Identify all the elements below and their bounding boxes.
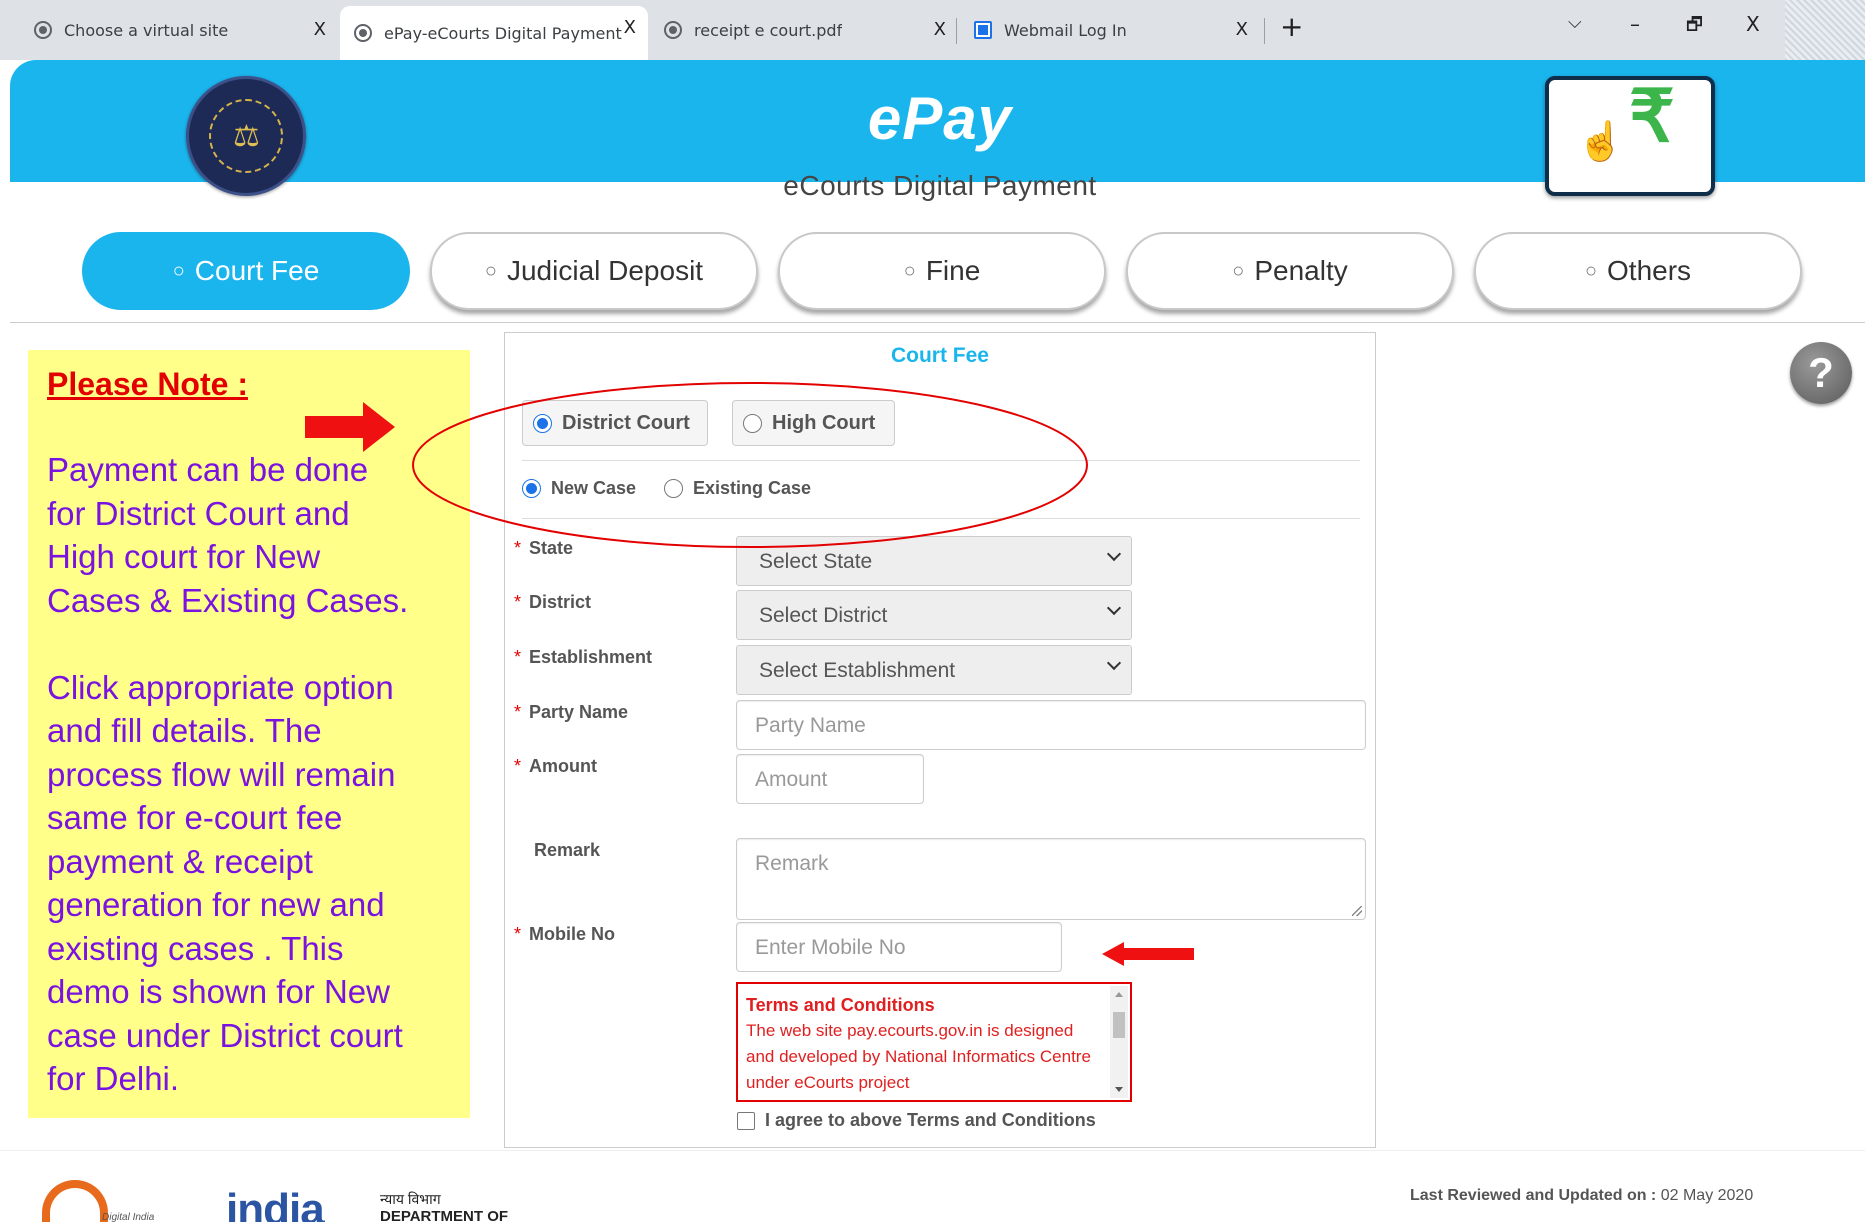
help-icon[interactable]: ?: [1790, 342, 1852, 404]
india-gov-logo: india: [226, 1185, 325, 1222]
close-icon[interactable]: X: [1236, 19, 1248, 40]
terms-box[interactable]: Terms and Conditions The web site pay.ec…: [736, 982, 1132, 1102]
party-name-input[interactable]: Party Name: [736, 700, 1366, 750]
department-hindi: न्याय विभाग: [380, 1191, 441, 1207]
globe-icon: [34, 21, 52, 39]
form-title: Court Fee: [890, 344, 989, 367]
amount-input[interactable]: Amount: [736, 754, 924, 804]
tab-title: Webmail Log In: [1004, 20, 1127, 40]
browser-tab-strip: Choose a virtual site X ePay-eCourts Dig…: [0, 0, 1865, 60]
digital-india-text: Digital India: [102, 1212, 155, 1222]
close-icon[interactable]: X: [314, 19, 326, 40]
radio-dot-icon: ○: [1584, 259, 1598, 282]
scroll-down-icon[interactable]: [1115, 1087, 1123, 1092]
terms-title: Terms and Conditions: [746, 995, 935, 1015]
remark-textarea[interactable]: Remark: [736, 838, 1366, 920]
browser-tab-choose-virtual-site[interactable]: Choose a virtual site X: [20, 8, 338, 52]
nav-divider: [10, 322, 1865, 323]
left-arrow-icon: [1102, 942, 1194, 966]
tab-court-fee[interactable]: ○ Court Fee: [82, 232, 410, 310]
footer-divider: [0, 1150, 1865, 1151]
tab-penalty[interactable]: ○ Penalty: [1126, 232, 1454, 310]
restore-button[interactable]: 🗗: [1686, 12, 1703, 42]
right-arrow-icon: [305, 402, 395, 452]
tab-label: Judicial Deposit: [506, 255, 704, 286]
note-text: Payment can be done for District Court a…: [47, 451, 409, 1097]
new-tab-button[interactable]: +: [1280, 10, 1303, 43]
remark-label: Remark: [534, 840, 601, 860]
close-icon[interactable]: X: [624, 17, 636, 38]
terms-body: The web site pay.ecourts.gov.in is desig…: [746, 1021, 1091, 1092]
tab-search-icon[interactable]: ⌵: [1568, 12, 1582, 33]
agree-terms-row[interactable]: I agree to above Terms and Conditions: [737, 1110, 1096, 1131]
tab-title: Choose a virtual site: [64, 20, 229, 40]
establishment-label: * Establishment: [514, 647, 653, 667]
hand-tap-icon: ☝: [1577, 121, 1625, 163]
mobile-label: * Mobile No: [514, 924, 616, 944]
window-close-button[interactable]: X: [1746, 12, 1760, 36]
district-label: * District: [514, 592, 592, 612]
tab-label: Others: [1607, 255, 1692, 286]
district-select[interactable]: Select District: [736, 590, 1132, 640]
resize-grip-icon[interactable]: [1352, 906, 1362, 916]
agree-terms-label: I agree to above Terms and Conditions: [765, 1110, 1096, 1130]
scroll-up-icon[interactable]: [1115, 992, 1123, 997]
party-name-label: * Party Name: [514, 702, 629, 722]
desktop-background: [1785, 0, 1865, 60]
globe-icon: [354, 24, 372, 42]
tab-title: ePay-eCourts Digital Payment: [384, 23, 622, 43]
tab-separator: [1264, 18, 1265, 44]
globe-icon: [664, 21, 682, 39]
radio-dot-icon: ○: [484, 259, 497, 282]
tab-title: receipt e court.pdf: [694, 20, 843, 40]
tab-fine[interactable]: ○ Fine: [778, 232, 1106, 310]
required-marker: *: [514, 647, 522, 667]
terms-scrollbar[interactable]: [1110, 986, 1128, 1098]
browser-tab-webmail[interactable]: Webmail Log In X: [960, 8, 1260, 52]
browser-tab-epay[interactable]: ePay-eCourts Digital Payment X: [340, 6, 648, 60]
page-subtitle: eCourts Digital Payment: [783, 170, 1097, 201]
department-english: DEPARTMENT OF: [380, 1208, 509, 1222]
agree-terms-checkbox[interactable]: [737, 1111, 755, 1130]
chevron-down-icon: [1106, 600, 1122, 616]
page-title: ePay: [867, 85, 1013, 152]
tab-judicial-deposit[interactable]: ○ Judicial Deposit: [430, 232, 758, 310]
tab-separator: [956, 18, 957, 44]
webmail-icon: [974, 21, 992, 39]
note-title: Please Note :: [47, 366, 248, 402]
scales-of-justice-icon: ⚖: [233, 120, 260, 153]
required-marker: *: [514, 756, 522, 776]
last-reviewed-label: Last Reviewed and Updated on :: [1410, 1187, 1657, 1204]
radio-dot-icon: ○: [1232, 259, 1245, 282]
browser-tab-receipt-pdf[interactable]: receipt e court.pdf X: [650, 8, 958, 52]
ecourts-emblem-logo: ⚖: [186, 76, 306, 196]
digital-india-logo: [42, 1180, 108, 1222]
mobile-input[interactable]: Enter Mobile No: [736, 922, 1062, 972]
last-reviewed-date: 02 May 2020: [1660, 1187, 1754, 1204]
establishment-select[interactable]: Select Establishment: [736, 645, 1132, 695]
rupee-icon: ₹: [1629, 77, 1675, 157]
tab-label: Court Fee: [194, 255, 320, 286]
tab-label: Fine: [925, 255, 981, 286]
required-marker: *: [514, 592, 522, 612]
tab-others[interactable]: ○ Others: [1474, 232, 1802, 310]
radio-dot-icon: ○: [903, 259, 916, 282]
chevron-down-icon: [1106, 546, 1122, 562]
minimize-button[interactable]: –: [1630, 12, 1640, 36]
amount-label: * Amount: [514, 756, 597, 776]
chevron-down-icon: [1106, 655, 1122, 671]
close-icon[interactable]: X: [934, 19, 946, 40]
scroll-thumb[interactable]: [1113, 1012, 1125, 1038]
epay-logo: ☝ ₹: [1545, 76, 1715, 196]
last-reviewed: Last Reviewed and Updated on : 02 May 20…: [1410, 1187, 1753, 1205]
radio-dot-icon: ○: [172, 259, 185, 282]
required-marker: *: [514, 924, 522, 944]
highlight-ellipse: [412, 382, 1088, 548]
tab-label: Penalty: [1254, 255, 1348, 286]
required-marker: *: [514, 702, 522, 722]
